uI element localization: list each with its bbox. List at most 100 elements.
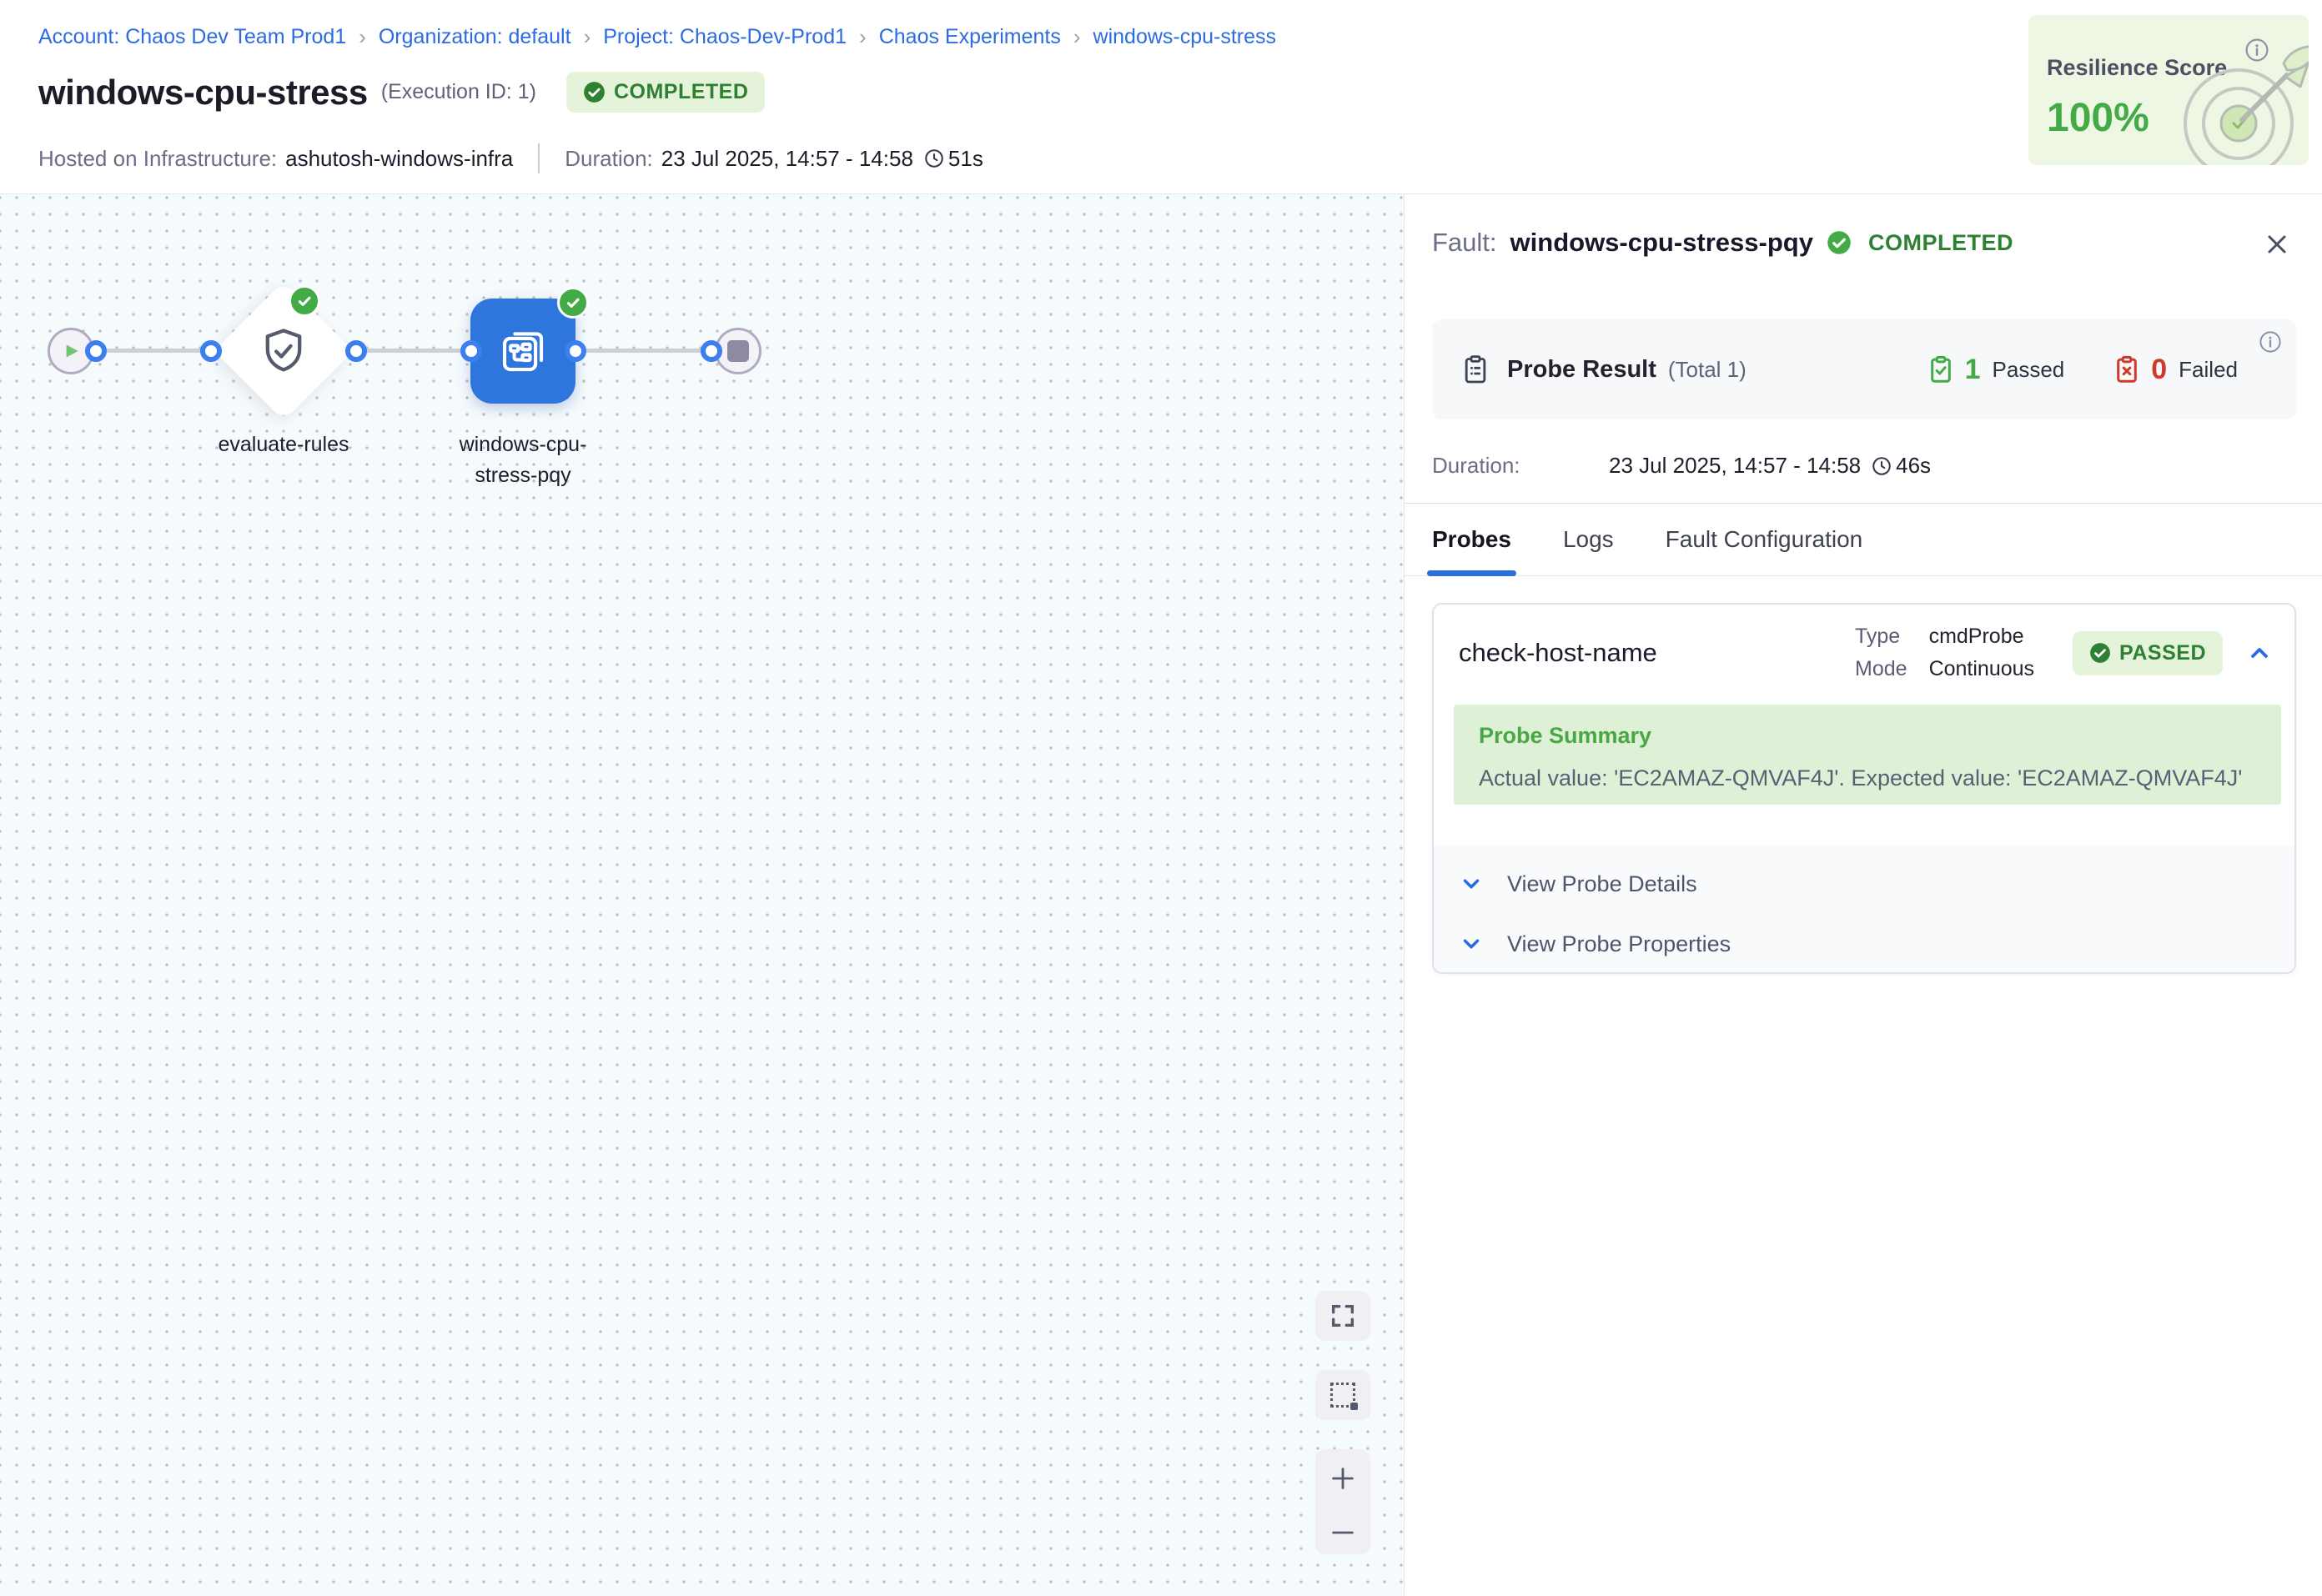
breadcrumb-separator: › [584,27,591,48]
chevron-up-icon[interactable] [2246,640,2273,666]
port [200,340,222,362]
page-title: windows-cpu-stress [38,73,368,113]
chevron-down-icon [1459,931,1484,956]
clipboard-icon [1459,353,1492,386]
breadcrumb-account[interactable]: Account: Chaos Dev Team Prod1 [38,25,346,49]
fault-header: Fault: windows-cpu-stress-pqy COMPLETED [1432,228,2013,258]
tab-fault-configuration[interactable]: Fault Configuration [1666,504,1863,575]
fault-duration-row: Duration: 23 Jul 2025, 14:57 - 14:58 46s [1432,453,1931,479]
close-icon[interactable] [2262,229,2292,259]
fault-node-windows-cpu-stress[interactable] [470,299,575,404]
view-probe-properties-toggle[interactable]: View Probe Properties [1434,914,2294,974]
breadcrumb-chaos-experiments[interactable]: Chaos Experiments [879,25,1061,49]
evaluate-node-label: evaluate-rules [200,429,367,460]
edge-fault-to-end [575,349,711,353]
fault-node-label: windows-cpu-stress-pqy [452,429,594,491]
probe-summary-title: Probe Summary [1479,723,2256,749]
clock-icon [1871,455,1892,477]
passed-clipboard-icon [1925,354,1957,385]
failed-count: 0 [2151,354,2167,386]
infra-label: Hosted on Infrastructure: [38,146,277,172]
info-icon[interactable] [2258,329,2283,354]
pipeline-canvas[interactable]: evaluate-rules windows-cpu-stress-pqy [0,194,1404,1596]
zoom-out-button[interactable] [1329,1526,1357,1539]
probe-status-text: PASSED [2119,641,2206,665]
view-probe-details-label: View Probe Details [1507,871,1697,897]
probe-result-title: Probe Result [1507,356,1656,384]
probe-card: check-host-name Type cmdProbe Mode Conti… [1432,603,2296,974]
probe-summary-box: Probe Summary Actual value: 'EC2AMAZ-QMV… [1454,705,2281,805]
stop-icon [727,340,749,362]
probe-type-label: Type [1855,625,1907,649]
port [701,340,722,362]
edge-start-to-evaluate [96,349,211,353]
fault-details-panel: Fault: windows-cpu-stress-pqy COMPLETED [1404,194,2322,1596]
probe-result-card: Probe Result (Total 1) 1 Passed [1432,319,2296,419]
evaluate-success-badge-icon [289,285,320,317]
breadcrumb-organization[interactable]: Organization: default [379,25,571,49]
probe-type-value: cmdProbe [1929,625,2034,649]
infra-value: ashutosh-windows-infra [285,146,513,172]
breadcrumb-separator: › [859,27,867,48]
resilience-score-card: Resilience Score 100% [2028,15,2309,165]
tab-bar: Probes Logs Fault Configuration [1405,503,2322,576]
header: Account: Chaos Dev Team Prod1 › Organiza… [0,0,2322,194]
duration-value: 23 Jul 2025, 14:57 - 14:58 [661,146,913,172]
workspace: evaluate-rules windows-cpu-stress-pqy [0,194,2322,1596]
title-row: windows-cpu-stress (Execution ID: 1) COM… [38,72,765,113]
view-probe-details-toggle[interactable]: View Probe Details [1434,854,2294,914]
fault-success-badge-icon [557,287,589,319]
fault-duration-label: Duration: [1432,453,1609,479]
check-circle-icon [583,81,606,103]
probe-name: check-host-name [1459,638,1657,668]
target-illustration-icon [2162,30,2309,165]
marquee-select-button[interactable] [1315,1370,1370,1420]
passed-label: Passed [1993,357,2065,383]
experiment-status-badge: COMPLETED [566,72,765,113]
port [85,340,107,362]
zoom-in-button[interactable] [1329,1464,1357,1493]
breadcrumb-separator: › [1073,27,1081,48]
edge-evaluate-to-fault [356,349,471,353]
execution-id: (Execution ID: 1) [381,80,536,104]
probe-type-mode: Type cmdProbe Mode Continuous [1855,625,2034,681]
check-circle-icon [1827,230,1852,255]
port [460,340,482,362]
chevron-down-icon [1459,871,1484,896]
fault-duration-value: 23 Jul 2025, 14:57 - 14:58 [1609,453,1861,479]
zoom-controls [1315,1449,1370,1554]
vertical-divider [538,143,540,173]
duration-seconds: 51s [948,146,983,172]
passed-count: 1 [1965,354,1981,386]
shield-check-icon [234,302,333,400]
fullscreen-icon [1329,1302,1357,1330]
probe-mode-label: Mode [1855,657,1907,681]
probe-status-badge: PASSED [2073,631,2223,675]
app-root: Account: Chaos Dev Team Prod1 › Organiza… [0,0,2322,1596]
breadcrumb-project[interactable]: Project: Chaos-Dev-Prod1 [603,25,847,49]
failed-label: Failed [2179,357,2238,383]
duration-label: Duration: [565,146,653,172]
probe-card-header[interactable]: check-host-name Type cmdProbe Mode Conti… [1434,605,2294,681]
probe-summary-text: Actual value: 'EC2AMAZ-QMVAF4J'. Expecte… [1479,765,2256,791]
breadcrumb-separator: › [359,27,366,48]
experiment-steps-icon [495,324,550,379]
breadcrumb: Account: Chaos Dev Team Prod1 › Organiza… [38,25,1276,49]
port [345,340,367,362]
failed-clipboard-icon [2111,354,2143,385]
breadcrumb-current[interactable]: windows-cpu-stress [1093,25,1277,49]
tab-probes[interactable]: Probes [1432,504,1511,575]
resilience-score-value: 100% [2047,95,2149,141]
probe-mode-value: Continuous [1929,657,2034,681]
probe-result-total: (Total 1) [1668,357,1747,383]
view-probe-properties-label: View Probe Properties [1507,931,1731,957]
check-circle-icon [2089,642,2111,664]
fault-name: windows-cpu-stress-pqy [1510,228,1813,258]
marquee-select-icon [1330,1383,1355,1408]
fault-duration-seconds: 46s [1896,453,1931,479]
fullscreen-button[interactable] [1315,1291,1370,1341]
tab-logs[interactable]: Logs [1563,504,1614,575]
play-icon [60,340,82,362]
clock-icon [923,148,945,169]
probe-card-footer: View Probe Details View Probe Properties [1434,846,2294,974]
